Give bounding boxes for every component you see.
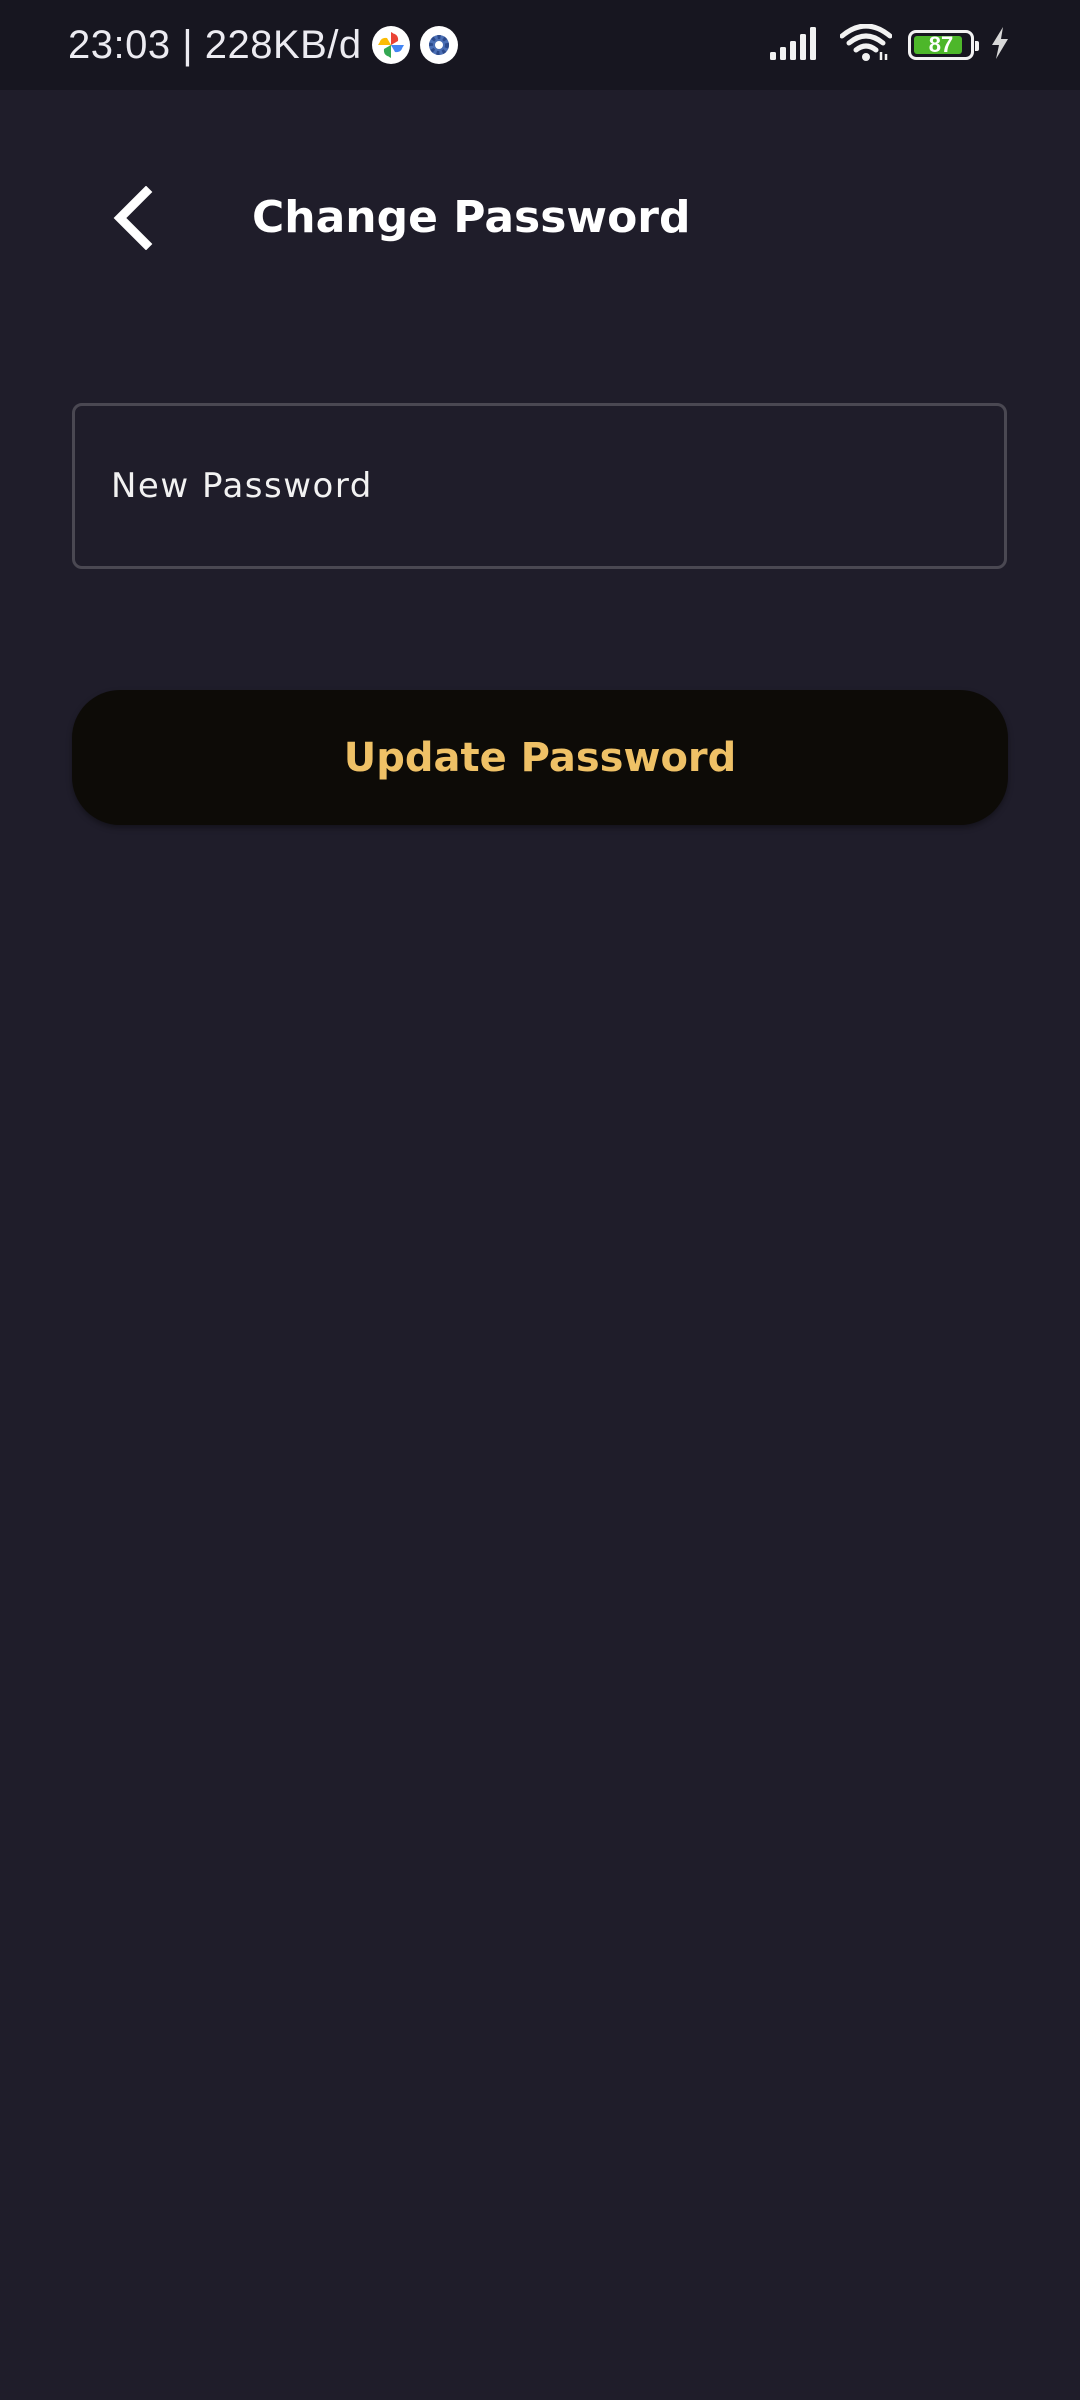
page-title: Change Password [252, 192, 691, 243]
battery-level: 87 [928, 32, 954, 57]
photos-pinwheel-icon [371, 26, 410, 64]
status-right-group: 87 [770, 0, 1010, 90]
battery-indicator: 87 [908, 30, 979, 60]
settings-gear-icon [419, 26, 458, 64]
wifi-icon [839, 23, 893, 66]
battery-cap [975, 41, 979, 51]
status-bar: 23:03 | 228KB/d 87 [0, 0, 1080, 90]
update-password-button[interactable]: Update Password [72, 690, 1008, 825]
new-password-input[interactable] [109, 465, 1004, 507]
cellular-signal-icon [770, 26, 824, 64]
status-left-group: 23:03 | 228KB/d [68, 0, 458, 90]
chevron-left-icon [110, 185, 154, 254]
status-time-info: 23:03 | 228KB/d [68, 22, 362, 67]
new-password-field[interactable] [72, 403, 1007, 569]
lightning-bolt-icon [990, 27, 1010, 63]
back-button[interactable] [96, 180, 168, 260]
